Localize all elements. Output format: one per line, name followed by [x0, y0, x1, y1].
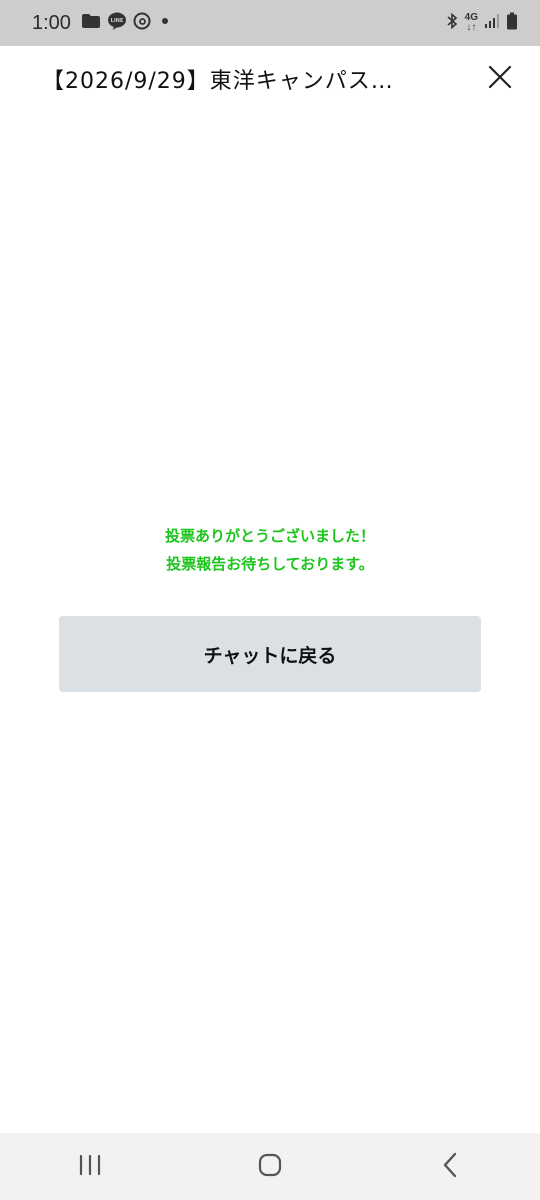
- back-to-chat-button[interactable]: チャットに戻る: [59, 616, 481, 692]
- navigation-bar: [0, 1133, 540, 1200]
- close-icon: [488, 65, 512, 93]
- close-button[interactable]: [484, 63, 516, 95]
- line-app-icon: LINE: [107, 11, 127, 35]
- battery-icon: [506, 12, 518, 34]
- status-icons-right: 4G ↓↑: [445, 12, 518, 34]
- network-activity: ↓↑: [466, 22, 477, 33]
- status-icons-left: LINE: [81, 11, 173, 35]
- status-time: 1:00: [32, 11, 71, 34]
- svg-text:LINE: LINE: [111, 18, 124, 24]
- thank-you-message: 投票ありがとうございました！ 投票報告お待ちしております。: [0, 522, 540, 578]
- recent-apps-icon: [77, 1154, 103, 1180]
- message-line-1: 投票ありがとうございました！: [164, 527, 375, 545]
- screen: 1:00 LINE 4G ↓↑ 【2026/9/29】東洋キャンパス… 投票あり…: [0, 0, 540, 1200]
- signal-icon: [484, 13, 500, 33]
- status-bar: 1:00 LINE 4G ↓↑: [0, 0, 540, 46]
- threads-icon: [133, 12, 151, 34]
- folder-icon: [81, 13, 101, 33]
- home-button[interactable]: [230, 1137, 310, 1197]
- bluetooth-icon: [445, 12, 459, 34]
- back-icon: [441, 1152, 459, 1182]
- home-icon: [257, 1152, 283, 1182]
- network-type: 4G ↓↑: [465, 13, 478, 33]
- page-title: 【2026/9/29】東洋キャンパス…: [42, 69, 394, 94]
- header: 【2026/9/29】東洋キャンパス…: [0, 46, 540, 112]
- message-line-2: 投票報告お待ちしております。: [166, 555, 374, 573]
- back-button[interactable]: [410, 1137, 490, 1197]
- dot-icon: [157, 13, 173, 33]
- recent-apps-button[interactable]: [50, 1137, 130, 1197]
